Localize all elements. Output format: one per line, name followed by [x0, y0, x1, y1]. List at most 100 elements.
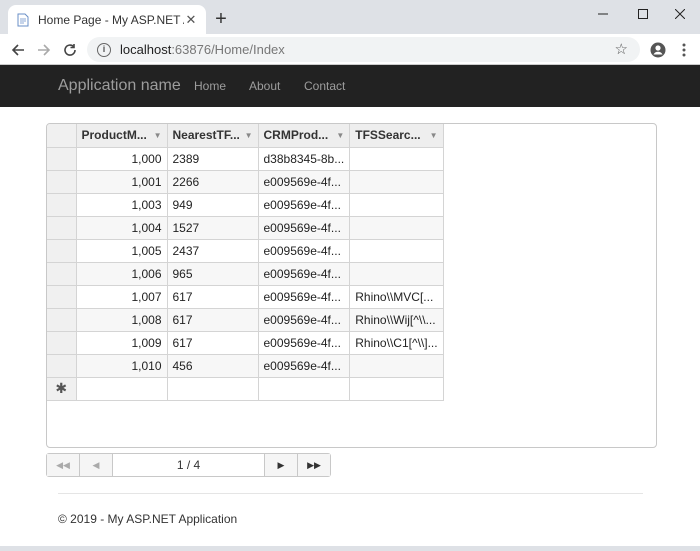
grid-cell[interactable]	[349, 146, 444, 171]
close-window-icon[interactable]	[660, 0, 700, 28]
grid-table: ProductM... ▼ NearestTF... ▼ CRMProd... ▼ T…	[47, 124, 444, 401]
grid-cell[interactable]: Rhino\\Wij[^\\...	[349, 307, 444, 332]
row-header[interactable]	[47, 330, 77, 355]
row-header[interactable]	[47, 192, 77, 217]
grid-cell[interactable]: e009569e-4f...	[257, 215, 351, 240]
previous-page-button[interactable]: ◀	[80, 454, 113, 476]
new-row-cell[interactable]	[257, 376, 351, 401]
grid-cell[interactable]: 949	[166, 192, 259, 217]
first-page-button[interactable]: ◀◀	[47, 454, 80, 476]
grid-cell[interactable]: 1,004	[75, 215, 168, 240]
new-row-cell[interactable]	[166, 376, 259, 401]
bookmark-star-icon[interactable]: ☆	[615, 40, 628, 58]
back-arrow-icon[interactable]	[6, 38, 30, 62]
forward-arrow-icon[interactable]	[32, 38, 56, 62]
grid-cell[interactable]: 1,001	[75, 169, 168, 194]
grid-cell[interactable]: e009569e-4f...	[257, 192, 351, 217]
grid-cell[interactable]: e009569e-4f...	[257, 353, 351, 378]
table-row[interactable]: 1,004 1527 e009569e-4f...	[47, 215, 444, 240]
grid-cell[interactable]: 2389	[166, 146, 259, 171]
table-row[interactable]: 1,008 617 e009569e-4f... Rhino\\Wij[^\\...	[47, 307, 444, 332]
grid-cell[interactable]: e009569e-4f...	[257, 169, 351, 194]
table-row[interactable]: 1,009 617 e009569e-4f... Rhino\\C1[^\\]...	[47, 330, 444, 355]
grid-cell[interactable]	[349, 353, 444, 378]
new-row-marker: ✱	[47, 376, 77, 401]
grid-cell[interactable]: 617	[166, 284, 259, 309]
table-row[interactable]: 1,010 456 e009569e-4f...	[47, 353, 444, 378]
nav-link-about[interactable]: About	[249, 79, 280, 93]
grid-body: 1,000 2389 d38b8345-8b... 1,001 2266 e009569e…	[47, 146, 444, 401]
nav-link-home[interactable]: Home	[194, 79, 226, 93]
row-header[interactable]	[47, 238, 77, 263]
filter-icon[interactable]: ▼	[430, 131, 438, 140]
nav-link-contact[interactable]: Contact	[304, 79, 345, 93]
grid-cell[interactable]	[349, 261, 444, 286]
grid-cell[interactable]: Rhino\\MVC[...	[349, 284, 444, 309]
grid-cell[interactable]: 2266	[166, 169, 259, 194]
grid-cell[interactable]	[349, 192, 444, 217]
account-avatar-icon[interactable]	[646, 38, 670, 62]
table-row[interactable]: 1,006 965 e009569e-4f...	[47, 261, 444, 286]
tab-title: Home Page - My ASP.NET Applic	[38, 12, 184, 27]
grid-cell[interactable]: e009569e-4f...	[257, 284, 351, 309]
menu-dots-icon[interactable]	[672, 38, 696, 62]
grid-cell[interactable]: e009569e-4f...	[257, 330, 351, 355]
table-row[interactable]: 1,005 2437 e009569e-4f...	[47, 238, 444, 263]
new-row-cell[interactable]	[75, 376, 168, 401]
grid-cell[interactable]: 1,000	[75, 146, 168, 171]
footer-text: © 2019 - My ASP.NET Application	[58, 512, 238, 526]
new-tab-button[interactable]: +	[210, 9, 232, 31]
filter-icon[interactable]: ▼	[154, 131, 162, 140]
new-row[interactable]: ✱	[47, 376, 444, 401]
table-row[interactable]: 1,007 617 e009569e-4f... Rhino\\MVC[...	[47, 284, 444, 309]
row-header[interactable]	[47, 353, 77, 378]
filter-icon[interactable]: ▼	[245, 131, 253, 140]
row-header[interactable]	[47, 261, 77, 286]
grid-cell[interactable]: 1,005	[75, 238, 168, 263]
close-tab-icon[interactable]: ✕	[184, 12, 198, 27]
filter-icon[interactable]: ▼	[336, 131, 344, 140]
grid-cell[interactable]: 1,006	[75, 261, 168, 286]
column-header[interactable]: CRMProd... ▼	[257, 124, 351, 148]
table-row[interactable]: 1,000 2389 d38b8345-8b...	[47, 146, 444, 171]
grid-cell[interactable]: 2437	[166, 238, 259, 263]
grid-cell[interactable]: 617	[166, 307, 259, 332]
grid-cell[interactable]	[349, 169, 444, 194]
flex-grid: ProductM... ▼ NearestTF... ▼ CRMProd... ▼ T…	[46, 123, 657, 448]
address-bar[interactable]: i localhost:63876/Home/Index ☆	[87, 37, 640, 62]
table-row[interactable]: 1,003 949 e009569e-4f...	[47, 192, 444, 217]
grid-cell[interactable]: 965	[166, 261, 259, 286]
grid-cell[interactable]: e009569e-4f...	[257, 238, 351, 263]
column-header[interactable]: ProductM... ▼	[75, 124, 168, 148]
grid-cell[interactable]	[349, 238, 444, 263]
grid-cell[interactable]	[349, 215, 444, 240]
grid-cell[interactable]: d38b8345-8b...	[257, 146, 351, 171]
grid-cell[interactable]: 1,003	[75, 192, 168, 217]
row-header[interactable]	[47, 284, 77, 309]
row-header[interactable]	[47, 307, 77, 332]
grid-cell[interactable]: 1,010	[75, 353, 168, 378]
grid-cell[interactable]: 1,008	[75, 307, 168, 332]
grid-cell[interactable]: 617	[166, 330, 259, 355]
grid-cell[interactable]: 456	[166, 353, 259, 378]
browser-tab[interactable]: Home Page - My ASP.NET Applic ✕	[8, 5, 206, 34]
reload-icon[interactable]	[58, 38, 82, 62]
last-page-button[interactable]: ▶▶	[297, 454, 330, 476]
grid-pager: ◀◀ ◀ 1 / 4 ▶ ▶▶	[46, 453, 331, 477]
navbar-brand[interactable]: Application name	[58, 77, 181, 95]
grid-cell[interactable]: e009569e-4f...	[257, 261, 351, 286]
row-header[interactable]	[47, 146, 77, 171]
table-row[interactable]: 1,001 2266 e009569e-4f...	[47, 169, 444, 194]
row-header[interactable]	[47, 169, 77, 194]
grid-cell[interactable]: 1527	[166, 215, 259, 240]
column-header[interactable]: TFSSearc... ▼	[349, 124, 444, 148]
grid-cell[interactable]: Rhino\\C1[^\\]...	[349, 330, 444, 355]
row-header[interactable]	[47, 215, 77, 240]
grid-cell[interactable]: 1,009	[75, 330, 168, 355]
grid-cell[interactable]: e009569e-4f...	[257, 307, 351, 332]
next-page-button[interactable]: ▶	[264, 454, 297, 476]
site-info-icon[interactable]: i	[97, 42, 111, 57]
column-header[interactable]: NearestTF... ▼	[166, 124, 259, 148]
grid-cell[interactable]: 1,007	[75, 284, 168, 309]
new-row-cell[interactable]	[349, 376, 444, 401]
